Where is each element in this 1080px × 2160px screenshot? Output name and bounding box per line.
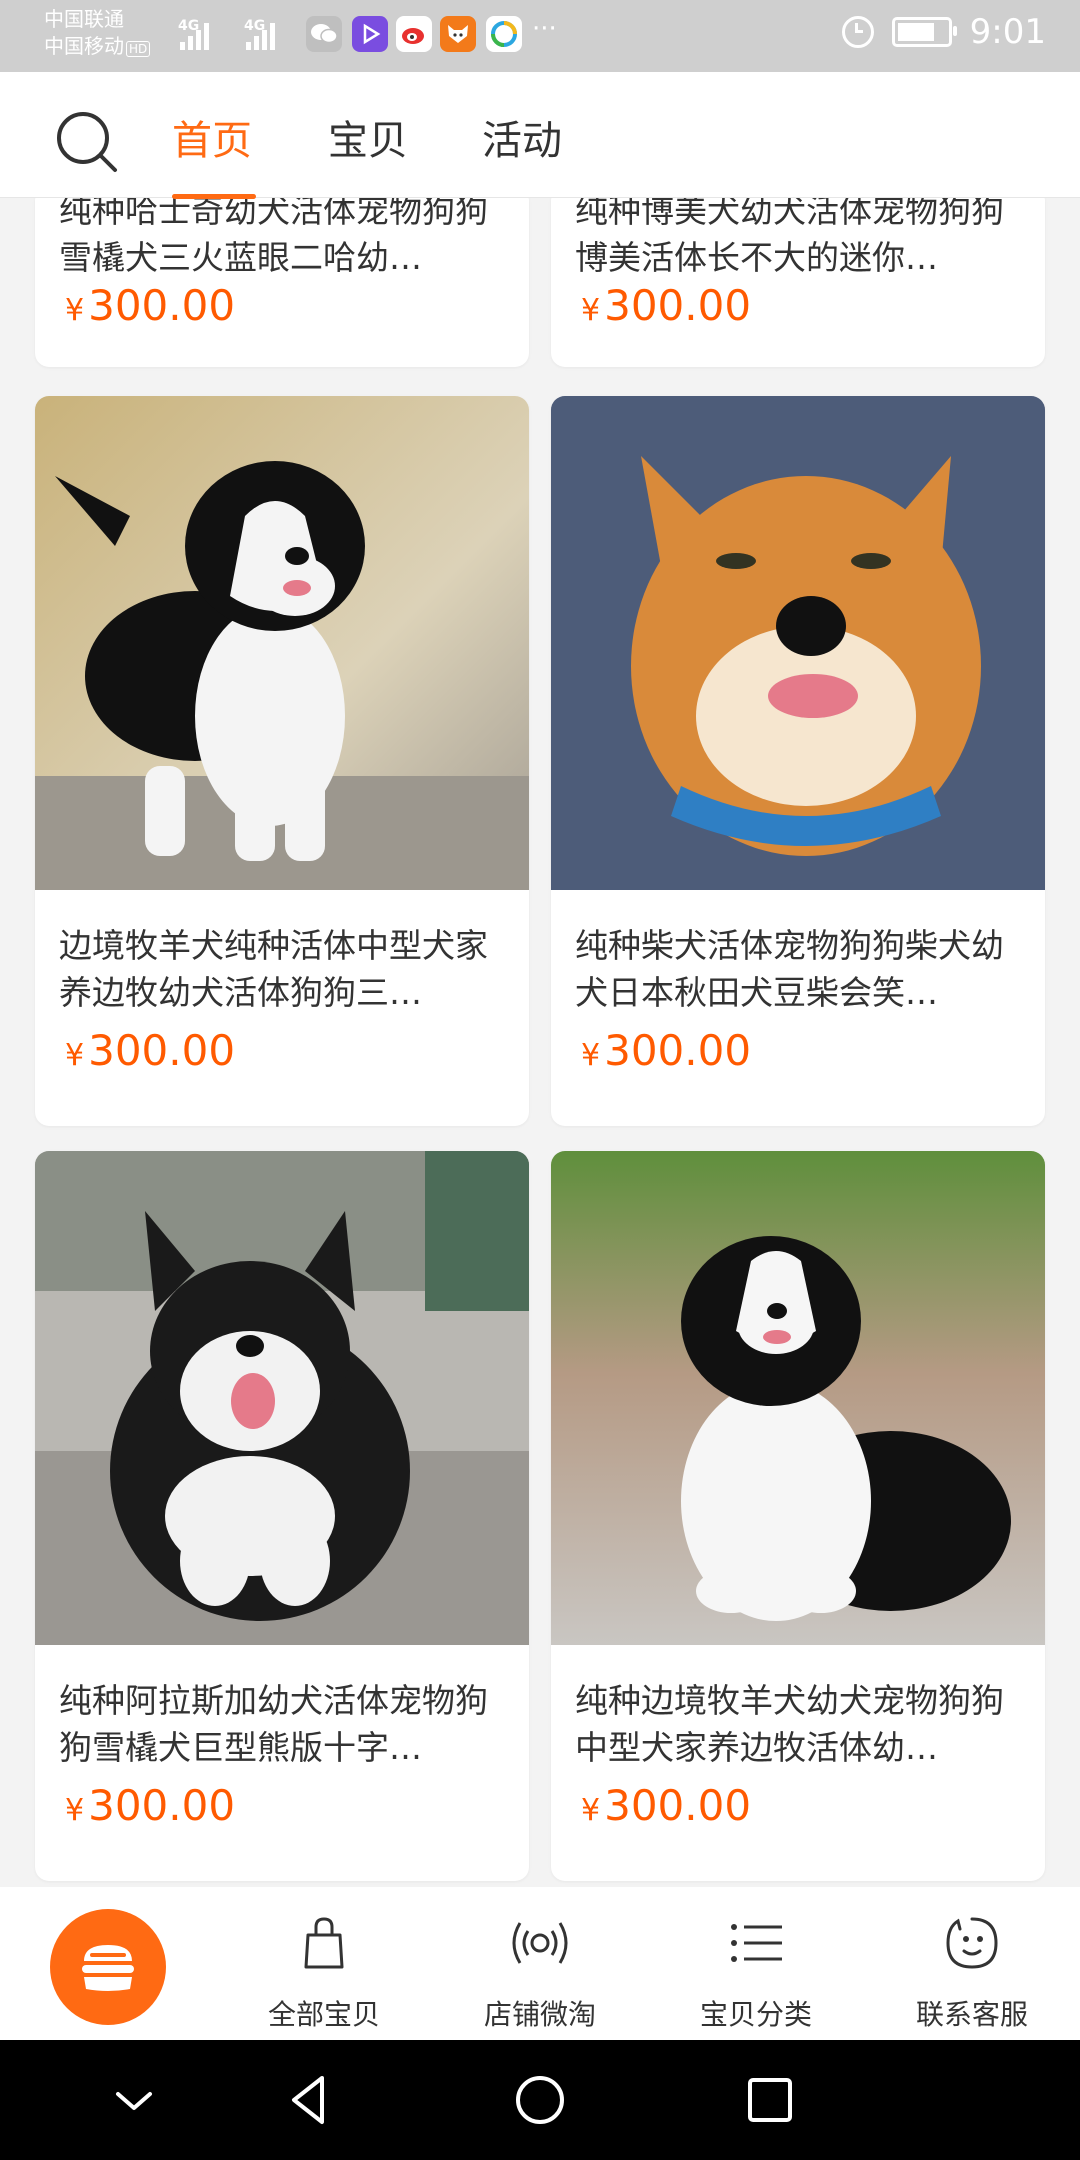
bottom-navigation: 全部宝贝 店铺微淘 宝贝分类 联系客服 <box>0 1887 1080 2040</box>
product-image <box>35 1151 529 1645</box>
product-card[interactable]: 边境牧羊犬纯种活体中型犬家养边牧幼犬活体狗狗三… ¥300.00 <box>35 396 529 1126</box>
tab-home[interactable]: 首页 <box>172 108 252 166</box>
browser-app-icon <box>486 16 522 52</box>
hd-badge: HD <box>126 41 151 57</box>
list-icon <box>731 1924 782 1962</box>
product-title: 纯种柴犬活体宠物狗狗柴犬幼犬日本秋田犬豆柴会笑… <box>575 926 1004 1012</box>
fox-app-icon <box>440 16 476 52</box>
tab-products[interactable]: 宝贝 <box>328 108 408 166</box>
shopping-bag-icon <box>304 1917 344 1969</box>
recent-apps-icon[interactable] <box>740 2070 800 2130</box>
more-notifications: ··· <box>532 14 557 44</box>
status-right: 9:01 <box>841 12 1046 52</box>
tab-events[interactable]: 活动 <box>482 108 562 166</box>
nav-categories[interactable]: 宝贝分类 <box>648 1887 864 2040</box>
nav-label: 全部宝贝 <box>267 1998 380 2031</box>
collapse-icon[interactable] <box>104 2070 164 2130</box>
product-title: 纯种哈士奇幼犬活体宠物狗狗雪橇犬三火蓝眼二哈幼… <box>59 197 488 277</box>
product-title: 纯种阿拉斯加幼犬活体宠物狗狗雪橇犬巨型熊版十字… <box>59 1681 488 1767</box>
product-image <box>551 1151 1045 1645</box>
back-icon[interactable] <box>280 2070 340 2130</box>
wechat-icon <box>306 16 342 52</box>
signal-1-icon <box>180 20 209 50</box>
price-value: 300.00 <box>88 1026 236 1075</box>
nav-label: 店铺微淘 <box>483 1998 596 2031</box>
carrier-1: 中国联通 <box>44 7 124 31</box>
product-card[interactable]: 纯种博美犬幼犬活体宠物狗狗博美活体长不大的迷你… ¥300.00 <box>551 197 1045 367</box>
product-title: 边境牧羊犬纯种活体中型犬家养边牧幼犬活体狗狗三… <box>59 926 488 1012</box>
product-card[interactable]: 纯种边境牧羊犬幼犬宠物狗狗中型犬家养边牧活体幼… ¥300.00 <box>551 1151 1045 1881</box>
broadcast-icon <box>512 1922 568 1964</box>
top-header: 首页 宝贝 活动 <box>0 72 1080 199</box>
active-tab-indicator <box>172 194 256 199</box>
carrier-2: 中国移动 HD <box>44 33 151 63</box>
product-price: ¥300.00 <box>65 1781 235 1830</box>
nav-store-feed[interactable]: 店铺微淘 <box>432 1887 648 2040</box>
video-app-icon <box>352 16 388 52</box>
price-value: 300.00 <box>88 281 236 330</box>
battery-icon <box>891 17 957 47</box>
product-card[interactable]: 纯种阿拉斯加幼犬活体宠物狗狗雪橇犬巨型熊版十字… ¥300.00 <box>35 1151 529 1881</box>
carrier-info: 中国联通 中国移动 HD <box>44 6 151 63</box>
nav-customer-service[interactable]: 联系客服 <box>864 1887 1080 2040</box>
store-home-icon <box>82 1945 134 1991</box>
currency-symbol: ¥ <box>581 1793 601 1828</box>
price-value: 300.00 <box>604 1781 752 1830</box>
product-price: ¥300.00 <box>65 1026 235 1075</box>
nav-label: 联系客服 <box>915 1998 1028 2031</box>
currency-symbol: ¥ <box>65 1793 85 1828</box>
currency-symbol: ¥ <box>65 293 85 328</box>
store-home-button[interactable] <box>50 1909 166 2025</box>
alarm-icon <box>841 16 874 48</box>
price-value: 300.00 <box>88 1781 236 1830</box>
price-value: 300.00 <box>604 1026 752 1075</box>
product-image <box>35 396 529 890</box>
product-card[interactable]: 纯种哈士奇幼犬活体宠物狗狗雪橇犬三火蓝眼二哈幼… ¥300.00 <box>35 197 529 367</box>
home-icon[interactable] <box>510 2070 570 2130</box>
status-bar: 中国联通 中国移动 HD 4G 4G ··· 9:01 <box>0 0 1080 72</box>
product-card[interactable]: 纯种柴犬活体宠物狗狗柴犬幼犬日本秋田犬豆柴会笑… ¥300.00 <box>551 396 1045 1126</box>
nav-label: 宝贝分类 <box>699 1998 812 2031</box>
weibo-icon <box>396 16 432 52</box>
product-title: 纯种边境牧羊犬幼犬宠物狗狗中型犬家养边牧活体幼… <box>575 1681 1004 1767</box>
product-title: 纯种博美犬幼犬活体宠物狗狗博美活体长不大的迷你… <box>575 197 1004 277</box>
search-icon[interactable] <box>55 110 119 174</box>
product-grid: 纯种哈士奇幼犬活体宠物狗狗雪橇犬三火蓝眼二哈幼… ¥300.00 纯种博美犬幼犬… <box>0 197 1080 1887</box>
currency-symbol: ¥ <box>581 293 601 328</box>
system-navigation-bar <box>0 2040 1080 2160</box>
product-image <box>551 396 1045 890</box>
product-price: ¥300.00 <box>581 1026 751 1075</box>
nav-all-products[interactable]: 全部宝贝 <box>216 1887 432 2040</box>
product-price: ¥300.00 <box>581 281 751 330</box>
currency-symbol: ¥ <box>581 1038 601 1073</box>
price-value: 300.00 <box>604 281 752 330</box>
clock: 9:01 <box>969 12 1046 52</box>
chat-face-icon <box>946 1917 998 1969</box>
currency-symbol: ¥ <box>65 1038 85 1073</box>
product-price: ¥300.00 <box>581 1781 751 1830</box>
product-price: ¥300.00 <box>65 281 235 330</box>
signal-2-icon <box>246 20 275 50</box>
